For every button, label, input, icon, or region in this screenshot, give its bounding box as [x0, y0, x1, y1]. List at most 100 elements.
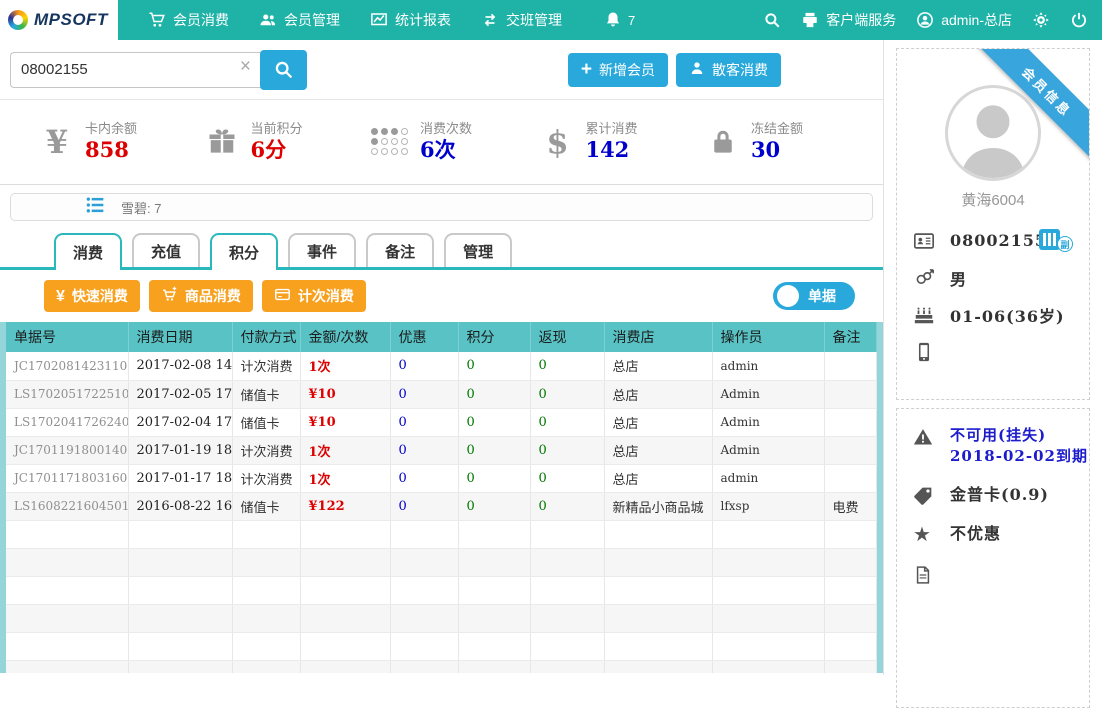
table-cell: 0: [530, 436, 604, 464]
user-menu[interactable]: admin-总店: [916, 10, 1012, 30]
card-status-row: 不可用(挂失) 2018-02-02到期: [913, 425, 1089, 467]
empty-cell: [232, 604, 300, 632]
empty-cell: [128, 604, 232, 632]
brand-name: MPSOFT: [34, 10, 108, 30]
tab-events[interactable]: 事件: [288, 233, 356, 267]
empty-cell: [712, 576, 824, 604]
empty-cell: [128, 632, 232, 660]
toolbar-buttons: + 新增会员 散客消费: [568, 53, 781, 87]
table-cell: Admin: [712, 436, 824, 464]
empty-cell: [712, 632, 824, 660]
table-row[interactable]: JC17020814231101282017-02-08 14:23计次消费1次…: [6, 352, 877, 380]
empty-cell: [712, 660, 824, 673]
empty-cell: [530, 632, 604, 660]
table-cell: 0: [458, 408, 530, 436]
birthday-cake-icon: [913, 304, 935, 326]
nav-item-stats-report[interactable]: 统计报表: [370, 10, 451, 30]
nav-item-member-manage[interactable]: 会员管理: [259, 10, 340, 30]
empty-table-row: [6, 548, 877, 576]
bell-icon: [604, 11, 622, 29]
table-cell: 0: [458, 352, 530, 380]
list-icon: [85, 195, 105, 220]
table-row[interactable]: JC17011718031601282017-01-17 18:03计次消费1次…: [6, 464, 877, 492]
tab-points[interactable]: 积分: [210, 233, 278, 270]
action-label: 商品消费: [185, 286, 241, 306]
table-cell: 2017-02-08 14:23: [128, 352, 232, 380]
plus-icon: +: [581, 60, 592, 79]
stat-frozen-amount: 冻结金额30: [706, 121, 803, 164]
column-header: 积分: [458, 322, 530, 352]
table-cell: 总店: [604, 464, 712, 492]
table-row[interactable]: LS17020417262401152017-02-04 17:26储值卡¥10…: [6, 408, 877, 436]
empty-cell: [604, 604, 712, 632]
nav-item-label: 交班管理: [506, 10, 562, 30]
table-cell: 0: [530, 492, 604, 520]
member-items-bar[interactable]: 雪碧: 7: [10, 193, 873, 221]
table-cell: LS1608221604501960: [6, 492, 128, 520]
empty-cell: [390, 520, 458, 548]
table-cell: 新精品小商品城: [604, 492, 712, 520]
nav-item-label: 会员管理: [284, 10, 340, 30]
nav-item-shift-manage[interactable]: 交班管理: [481, 10, 562, 30]
smartphone-icon: [913, 341, 935, 363]
empty-cell: [390, 632, 458, 660]
add-member-button[interactable]: + 新增会员: [568, 53, 668, 87]
column-header: 单据号: [6, 322, 128, 352]
sub-card-button[interactable]: 副: [1039, 229, 1073, 252]
table-row[interactable]: JC17011918001401302017-01-19 18:00计次消费1次…: [6, 436, 877, 464]
empty-cell: [232, 632, 300, 660]
search-input[interactable]: [10, 52, 262, 88]
tab-consume[interactable]: 消费: [54, 233, 122, 270]
count-consume-button[interactable]: 计次消费: [262, 280, 366, 312]
empty-cell: [128, 660, 232, 673]
logout-button[interactable]: [1070, 11, 1088, 29]
stat-label: 冻结金额: [751, 121, 803, 137]
empty-cell: [458, 660, 530, 673]
empty-cell: [604, 576, 712, 604]
clear-search-icon[interactable]: ×: [240, 57, 251, 76]
column-header: 备注: [824, 322, 877, 352]
table-cell: 计次消费: [232, 352, 300, 380]
receipt-toggle[interactable]: 单据: [773, 282, 855, 310]
client-service-button[interactable]: 客户端服务: [801, 10, 896, 30]
table-cell: 2017-02-04 17:26: [128, 408, 232, 436]
stat-value: 142: [585, 137, 637, 163]
action-label: 快速消费: [72, 286, 128, 306]
empty-cell: [232, 548, 300, 576]
table-cell: 储值卡: [232, 492, 300, 520]
consume-action-buttons: ¥快速消费 商品消费 计次消费: [44, 280, 375, 312]
walkin-consume-button[interactable]: 散客消费: [676, 53, 781, 87]
stat-card-balance: ¥卡内余额858: [40, 121, 137, 164]
quick-consume-button[interactable]: ¥快速消费: [44, 280, 140, 312]
empty-cell: [300, 604, 390, 632]
table-cell: 0: [390, 380, 458, 408]
table-row[interactable]: LS16082216045019602016-08-22 16:04储值卡¥12…: [6, 492, 877, 520]
notifications[interactable]: 7: [604, 11, 635, 29]
empty-cell: [712, 604, 824, 632]
table-header-row: 单据号消费日期付款方式金额/次数优惠积分返现消费店操作员备注: [6, 322, 877, 352]
nav-item-member-consume[interactable]: 会员消费: [148, 10, 229, 30]
table-cell: [824, 380, 877, 408]
empty-table-row: [6, 660, 877, 673]
id-card-icon: [913, 230, 935, 252]
stat-value: 6分: [250, 137, 302, 163]
tab-recharge[interactable]: 充值: [132, 233, 200, 267]
notification-count: 7: [628, 13, 635, 28]
table-cell: 0: [390, 352, 458, 380]
table-row[interactable]: LS17020517225101752017-02-05 17:22储值卡¥10…: [6, 380, 877, 408]
empty-cell: [824, 520, 877, 548]
action-label: 计次消费: [298, 286, 354, 306]
tab-manage[interactable]: 管理: [444, 233, 512, 267]
table-cell: 2017-01-17 18:03: [128, 464, 232, 492]
card-type-row: 金普卡(0.9): [913, 484, 1089, 506]
table-cell: 0: [530, 408, 604, 436]
search-icon[interactable]: [763, 11, 781, 29]
empty-cell: [824, 632, 877, 660]
empty-table-row: [6, 520, 877, 548]
settings-button[interactable]: [1032, 11, 1050, 29]
product-consume-button[interactable]: 商品消费: [149, 280, 253, 312]
member-name: 黄海6004: [897, 189, 1089, 210]
search-button[interactable]: [260, 50, 307, 90]
tab-notes[interactable]: 备注: [366, 233, 434, 267]
toggle-label: 单据: [808, 286, 836, 306]
